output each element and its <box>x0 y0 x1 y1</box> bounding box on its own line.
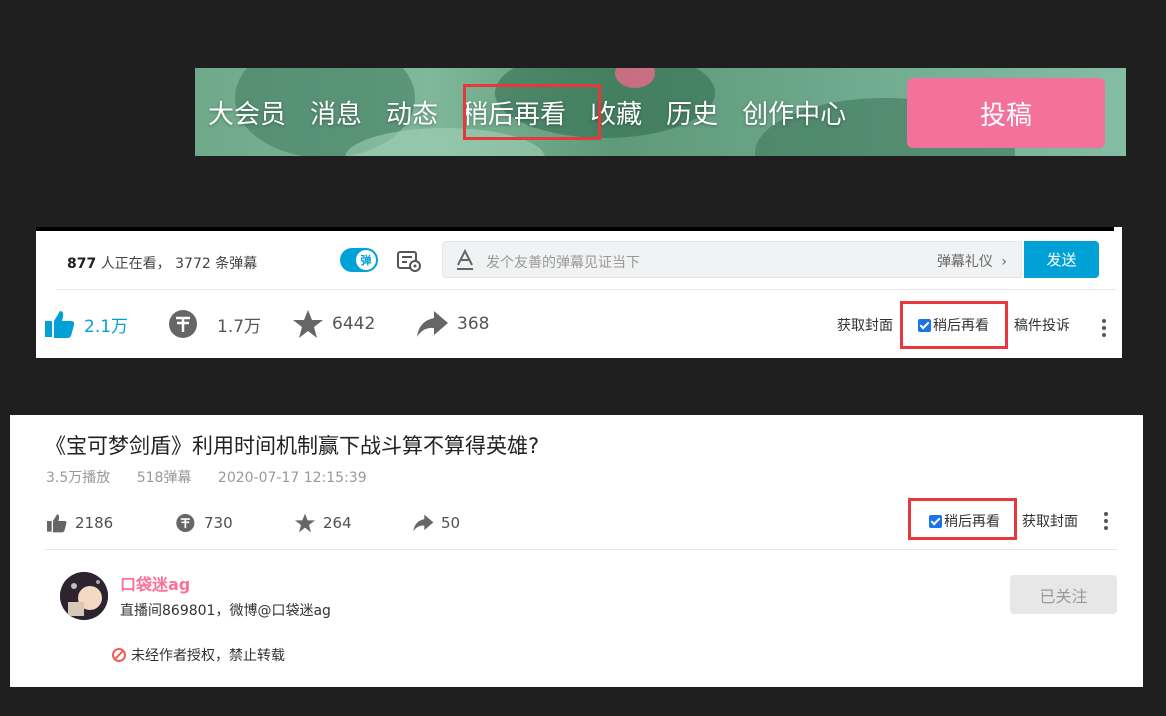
share-button[interactable]: 50 <box>412 513 460 533</box>
danmaku-placeholder-text: 发个友善的弹幕见证当下 <box>486 255 640 271</box>
danmaku-input[interactable]: 发个友善的弹幕见证当下 弹幕礼仪 › <box>442 241 1022 278</box>
nav-history[interactable]: 历史 <box>666 94 718 131</box>
avatar-image <box>60 572 108 620</box>
watch-later-highlight <box>908 498 1017 540</box>
header-banner: 大会员 消息 动态 稍后再看 收藏 历史 创作中心 投稿 <box>195 68 1126 156</box>
upload-button[interactable]: 投稿 <box>907 78 1105 148</box>
viewer-number: 877 <box>67 256 97 272</box>
star-icon <box>293 310 323 338</box>
etiquette-label: 弹幕礼仪 <box>936 254 993 270</box>
danmaku-settings-icon[interactable] <box>396 249 422 273</box>
danmaku-bar: 877 人正在看， 3772 条弹幕 弹 发个友善的弹幕见证当下 弹幕礼仪 › <box>36 231 1122 290</box>
copyright-notice: 未经作者授权，禁止转载 <box>112 645 285 665</box>
text-format-icon <box>457 249 473 270</box>
favorite-count: 264 <box>323 514 352 532</box>
more-menu-icon[interactable] <box>1102 319 1106 340</box>
report-link[interactable]: 稿件投诉 <box>1014 315 1070 335</box>
share-count: 368 <box>457 314 490 334</box>
get-cover-link[interactable]: 获取封面 <box>1022 511 1078 531</box>
thumbs-up-icon <box>47 514 67 533</box>
coin-button[interactable]: 730 <box>175 513 233 533</box>
coin-icon <box>176 513 195 533</box>
divider <box>45 549 1117 550</box>
like-button[interactable]: 2.1万 <box>44 309 128 339</box>
coin-button[interactable]: 1.7万 <box>167 309 261 339</box>
danmaku-count: 3772 条弹幕 <box>175 256 258 272</box>
nav-messages[interactable]: 消息 <box>310 94 362 131</box>
favorite-count: 6442 <box>332 314 376 334</box>
coin-count: 1.7万 <box>217 316 262 337</box>
danmaku-toggle[interactable]: 弹 <box>340 248 378 272</box>
share-button[interactable]: 368 <box>415 309 489 339</box>
uploader-avatar[interactable] <box>60 572 108 620</box>
chevron-right-icon: › <box>1001 254 1007 270</box>
play-count: 3.5万播放 <box>46 470 111 486</box>
like-button[interactable]: 2186 <box>46 513 113 533</box>
copyright-text: 未经作者授权，禁止转载 <box>131 648 285 664</box>
favorite-button[interactable]: 264 <box>294 513 352 533</box>
player-toolbar-panel: 877 人正在看， 3772 条弹幕 弹 发个友善的弹幕见证当下 弹幕礼仪 › <box>36 227 1122 358</box>
share-arrow-icon <box>413 514 434 532</box>
thumbs-up-icon <box>45 311 75 338</box>
share-count: 50 <box>441 514 461 532</box>
favorite-button[interactable]: 6442 <box>292 309 375 339</box>
coin-count: 730 <box>204 514 233 532</box>
publish-datetime: 2020-07-17 12:15:39 <box>217 470 367 486</box>
video-meta: 3.5万播放 518弹幕 2020-07-17 12:15:39 <box>46 467 389 487</box>
danmaku-toggle-knob: 弹 <box>356 250 376 270</box>
nav-vip[interactable]: 大会员 <box>208 94 286 131</box>
watch-later-highlight <box>463 84 601 140</box>
uploader-description: 直播间869801，微博@口袋迷ag <box>120 603 331 619</box>
nav-creator-center[interactable]: 创作中心 <box>742 94 846 131</box>
coin-icon <box>169 310 197 338</box>
get-cover-link[interactable]: 获取封面 <box>837 315 893 335</box>
danmaku-etiquette-link[interactable]: 弹幕礼仪 › <box>937 251 1007 271</box>
watch-later-highlight <box>900 301 1008 349</box>
share-arrow-icon <box>417 311 448 337</box>
video-info-panel: 《宝可梦剑盾》利用时间机制赢下战斗算不算得英雄? 3.5万播放 518弹幕 20… <box>10 415 1143 687</box>
nav-dynamics[interactable]: 动态 <box>386 94 438 131</box>
video-title: 《宝可梦剑盾》利用时间机制赢下战斗算不算得英雄? <box>45 434 540 458</box>
send-danmaku-button[interactable]: 发送 <box>1024 241 1099 278</box>
divider <box>56 289 1116 290</box>
viewer-count: 877 人正在看， 3772 条弹幕 <box>67 253 257 273</box>
star-icon <box>295 513 315 533</box>
more-menu-icon[interactable] <box>1104 512 1108 533</box>
like-count: 2.1万 <box>84 316 129 337</box>
danmaku-count: 518弹幕 <box>136 470 192 486</box>
uploader-name[interactable]: 口袋迷ag <box>120 571 190 595</box>
viewer-text: 人正在看， <box>100 256 171 272</box>
no-entry-icon <box>112 648 126 662</box>
follow-button[interactable]: 已关注 <box>1010 575 1117 614</box>
like-count: 2186 <box>75 514 114 532</box>
